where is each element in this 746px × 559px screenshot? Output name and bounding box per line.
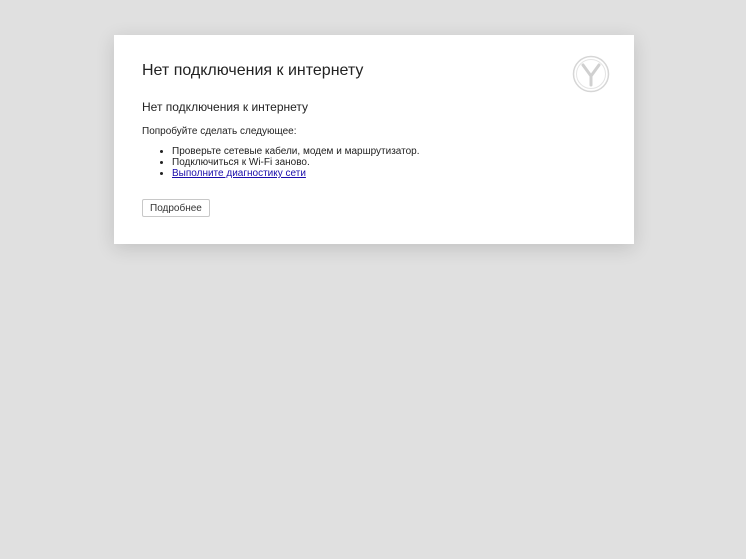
suggestions-list: Проверьте сетевые кабели, модем и маршру…: [142, 146, 606, 179]
try-label: Попробуйте сделать следующее:: [142, 126, 297, 137]
error-card: Нет подключения к интернету Нет подключе…: [114, 35, 634, 244]
yandex-browser-logo-icon: [572, 55, 610, 93]
suggestion-diagnostics: Выполните диагностику сети: [172, 168, 606, 179]
suggestion-check-cables: Проверьте сетевые кабели, модем и маршру…: [172, 146, 606, 157]
error-subtitle: Нет подключения к интернету: [142, 100, 309, 114]
suggestion-reconnect-wifi: Подключиться к Wi-Fi заново.: [172, 157, 606, 168]
details-button[interactable]: Подробнее: [142, 199, 210, 217]
network-diagnostics-link[interactable]: Выполните диагностику сети: [172, 168, 306, 179]
page-title: Нет подключения к интернету: [142, 62, 364, 79]
